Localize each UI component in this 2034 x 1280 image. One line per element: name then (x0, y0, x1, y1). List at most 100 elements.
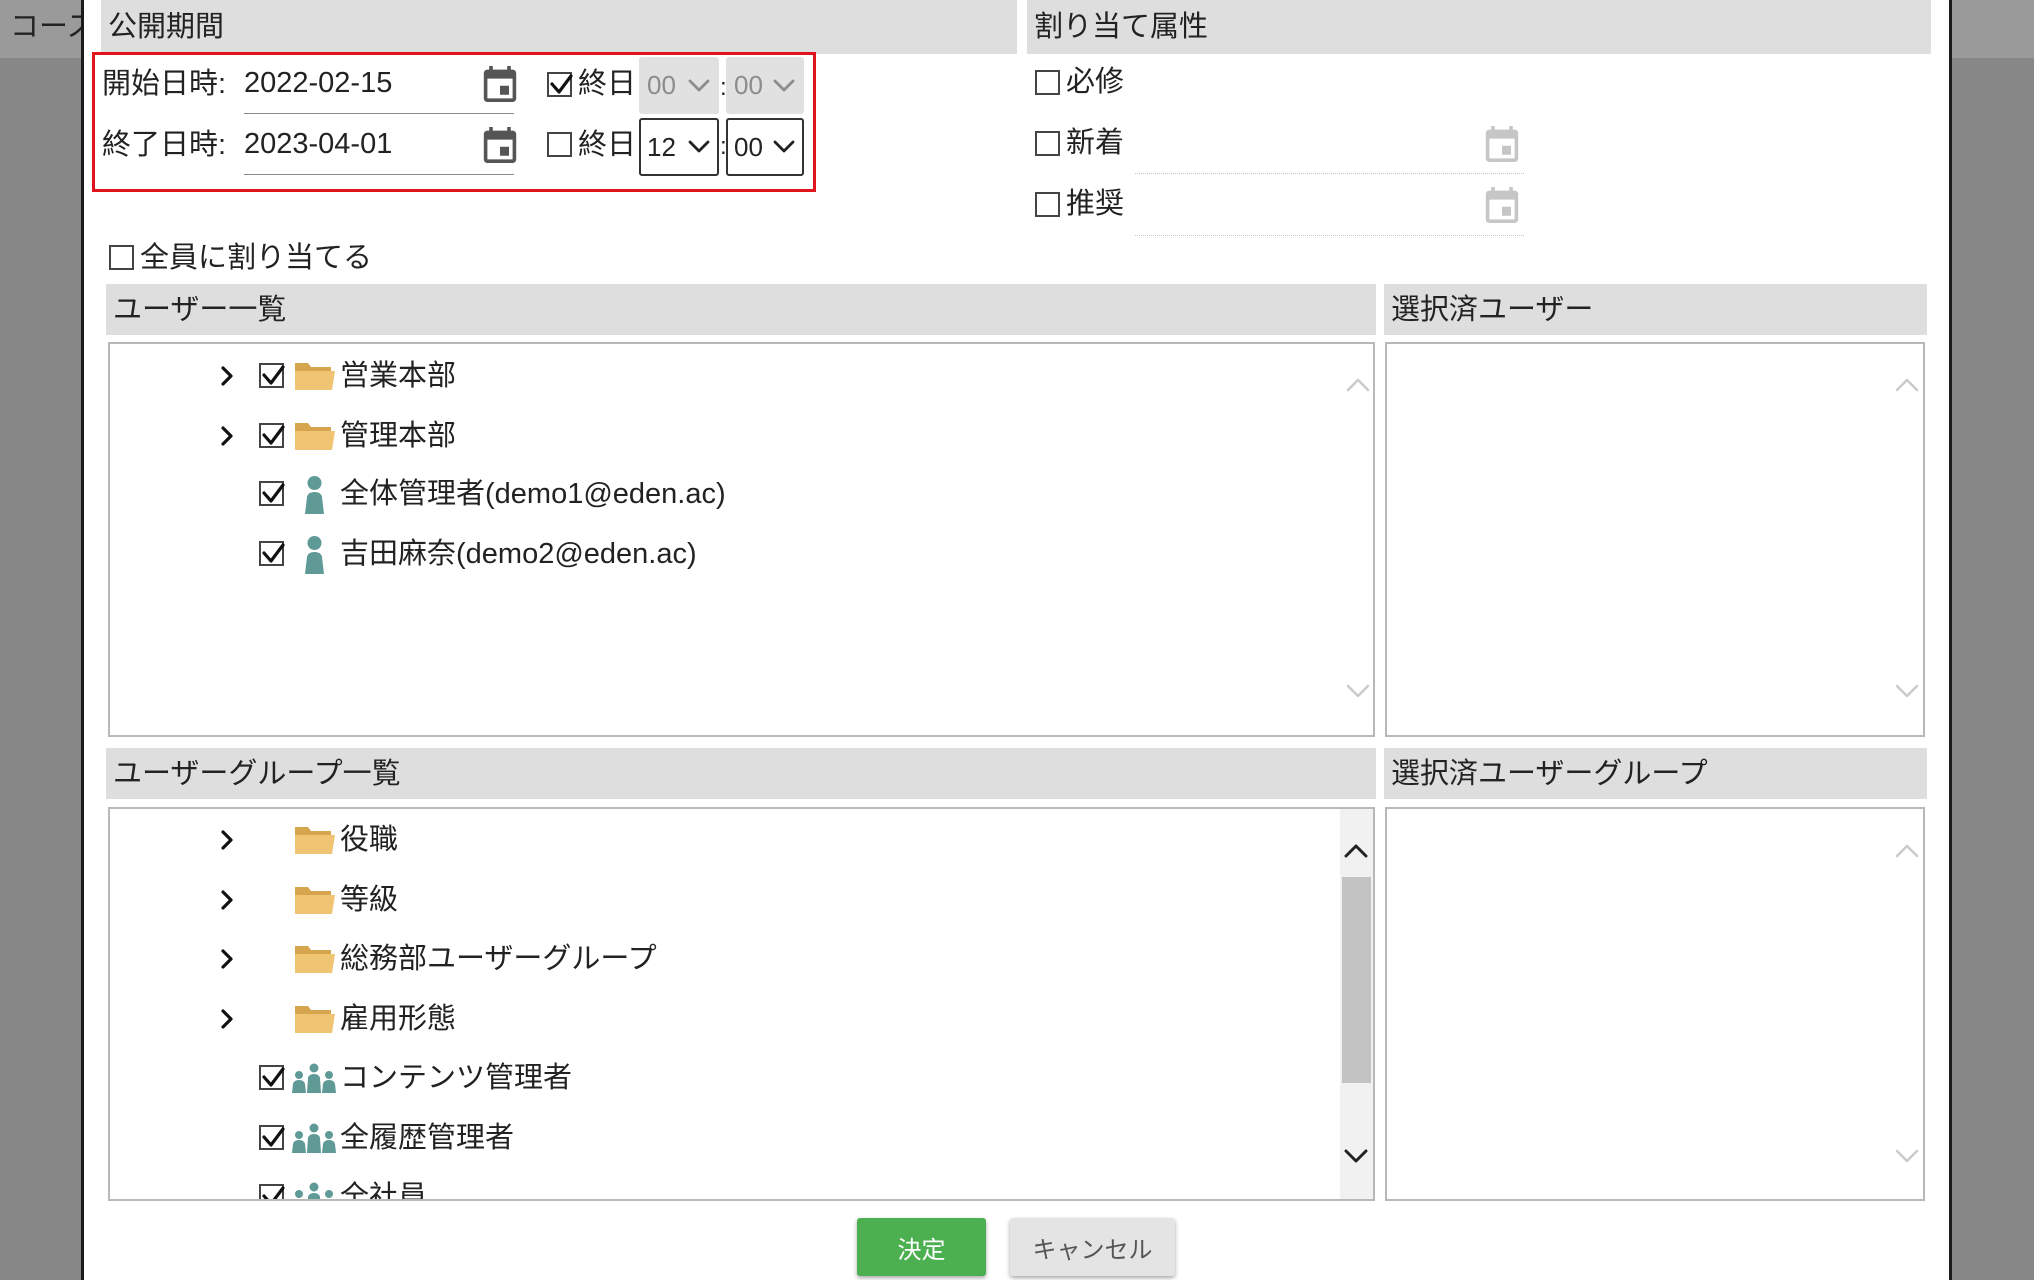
folder-icon (294, 943, 336, 975)
folder-icon (294, 360, 336, 392)
assign-all-checkbox[interactable] (109, 245, 134, 270)
cancel-button[interactable]: キャンセル (1010, 1218, 1175, 1276)
chevron-down-icon (773, 140, 795, 154)
folder-icon (294, 884, 336, 916)
start-all-day-checkbox[interactable] (547, 72, 573, 97)
start-date-input[interactable]: 2022-02-15 (244, 58, 514, 114)
end-minute-select[interactable]: 00 (726, 118, 804, 176)
item-checkbox[interactable] (259, 1184, 285, 1199)
end-all-day-label: 終日 (578, 129, 637, 161)
selected-users-title: 選択済ユーザー (1391, 293, 1594, 326)
start-hour-select[interactable]: 00 (639, 57, 719, 114)
chevron-right-icon[interactable] (220, 948, 234, 970)
chevron-right-icon[interactable] (220, 425, 234, 447)
end-minute-value: 00 (734, 131, 763, 162)
user-list-header: ユーザー一覧 (106, 284, 1376, 335)
list-item-label: 総務部ユーザーグループ (340, 943, 657, 975)
scroll-up-icon[interactable] (1895, 844, 1919, 858)
scroll-down-icon[interactable] (1895, 1149, 1919, 1163)
list-item[interactable]: 役職 (110, 810, 1330, 870)
calendar-icon[interactable] (483, 66, 517, 102)
recommended-date-input[interactable] (1135, 182, 1524, 236)
assign-dialog: 公開期間 開始日時: 2022-02-15 終日 00 : 00 終了日時: 2… (81, 0, 1952, 1280)
chevron-right-icon[interactable] (220, 1008, 234, 1030)
selected-users-list (1385, 342, 1925, 737)
required-checkbox[interactable] (1035, 70, 1060, 95)
end-datetime-label: 終了日時: (102, 129, 227, 161)
item-checkbox[interactable] (259, 363, 285, 388)
attributes-header: 割り当て属性 (1027, 0, 1931, 54)
start-all-day-label: 終日 (578, 68, 637, 100)
scrollbar-thumb[interactable] (1342, 877, 1371, 1083)
scroll-up-icon[interactable] (1344, 844, 1368, 858)
list-item[interactable]: 管理本部 (110, 406, 1330, 466)
item-checkbox[interactable] (259, 423, 285, 448)
new-label: 新着 (1066, 127, 1125, 159)
item-checkbox[interactable] (259, 541, 285, 566)
list-item[interactable]: 全履歴管理者 (110, 1108, 1330, 1168)
end-date-input[interactable]: 2023-04-01 (244, 119, 514, 175)
item-checkbox[interactable] (259, 481, 285, 506)
required-label: 必修 (1066, 66, 1125, 98)
selected-user-groups-title: 選択済ユーザーグループ (1391, 757, 1708, 790)
list-item-label: コンテンツ管理者 (340, 1062, 573, 1094)
scroll-up-icon[interactable] (1346, 378, 1370, 392)
user-group-list-header: ユーザーグループ一覧 (106, 748, 1376, 799)
list-item[interactable]: 全社員 (110, 1167, 1330, 1199)
list-item[interactable]: コンテンツ管理者 (110, 1048, 1330, 1108)
selected-users-header: 選択済ユーザー (1384, 284, 1927, 335)
list-item-label: 営業本部 (340, 360, 457, 392)
publish-period-header: 公開期間 (101, 0, 1017, 54)
calendar-icon[interactable] (483, 127, 517, 163)
list-item-label: 雇用形態 (340, 1003, 457, 1035)
folder-icon (294, 420, 336, 452)
start-datetime-label: 開始日時: (102, 68, 227, 100)
scroll-up-icon[interactable] (1895, 378, 1919, 392)
start-date-value: 2022-02-15 (244, 67, 393, 99)
scroll-down-icon[interactable] (1344, 1149, 1368, 1163)
new-date-input[interactable] (1135, 120, 1524, 174)
selected-user-groups-list (1385, 807, 1925, 1201)
chevron-right-icon[interactable] (220, 365, 234, 387)
end-hour-select[interactable]: 12 (639, 118, 719, 176)
scroll-down-icon[interactable] (1346, 684, 1370, 698)
chevron-right-icon[interactable] (220, 889, 234, 911)
list-item[interactable]: 全体管理者(demo1@eden.ac) (110, 464, 1330, 524)
item-checkbox[interactable] (259, 1125, 285, 1150)
item-checkbox[interactable] (259, 1065, 285, 1090)
calendar-icon[interactable] (1485, 187, 1519, 223)
user-group-icon (290, 1063, 338, 1093)
list-item[interactable]: 営業本部 (110, 346, 1330, 406)
end-hour-value: 12 (647, 131, 676, 162)
list-item-label: 全体管理者(demo1@eden.ac) (340, 478, 726, 510)
chevron-down-icon (688, 79, 710, 93)
confirm-button[interactable]: 決定 (857, 1218, 986, 1276)
folder-icon (294, 824, 336, 856)
user-icon (301, 535, 328, 574)
publish-period-title: 公開期間 (108, 11, 225, 43)
list-item[interactable]: 等級 (110, 870, 1330, 930)
user-group-list-title: ユーザーグループ一覧 (113, 757, 401, 790)
chevron-right-icon[interactable] (220, 829, 234, 851)
user-group-icon (290, 1123, 338, 1153)
start-hour-value: 00 (647, 70, 676, 100)
recommended-checkbox[interactable] (1035, 192, 1060, 217)
list-item[interactable]: 雇用形態 (110, 989, 1330, 1049)
list-item[interactable]: 吉田麻奈(demo2@eden.ac) (110, 524, 1330, 584)
list-item-label: 等級 (340, 884, 399, 916)
user-icon (301, 475, 328, 514)
user-group-icon (290, 1182, 338, 1199)
start-minute-select[interactable]: 00 (726, 57, 804, 114)
assign-all-label: 全員に割り当てる (140, 242, 373, 274)
user-list: 営業本部 管理本部 全体管理者(demo1@eden.ac) 吉田麻奈(demo… (108, 342, 1375, 737)
list-item[interactable]: 総務部ユーザーグループ (110, 929, 1330, 989)
chevron-down-icon (773, 79, 795, 93)
calendar-icon[interactable] (1485, 126, 1519, 162)
new-checkbox[interactable] (1035, 131, 1060, 156)
end-all-day-checkbox[interactable] (547, 132, 572, 157)
list-item-label: 吉田麻奈(demo2@eden.ac) (340, 538, 697, 570)
folder-icon (294, 1003, 336, 1035)
chevron-down-icon (688, 140, 710, 154)
scroll-down-icon[interactable] (1895, 684, 1919, 698)
recommended-label: 推奨 (1066, 188, 1125, 220)
